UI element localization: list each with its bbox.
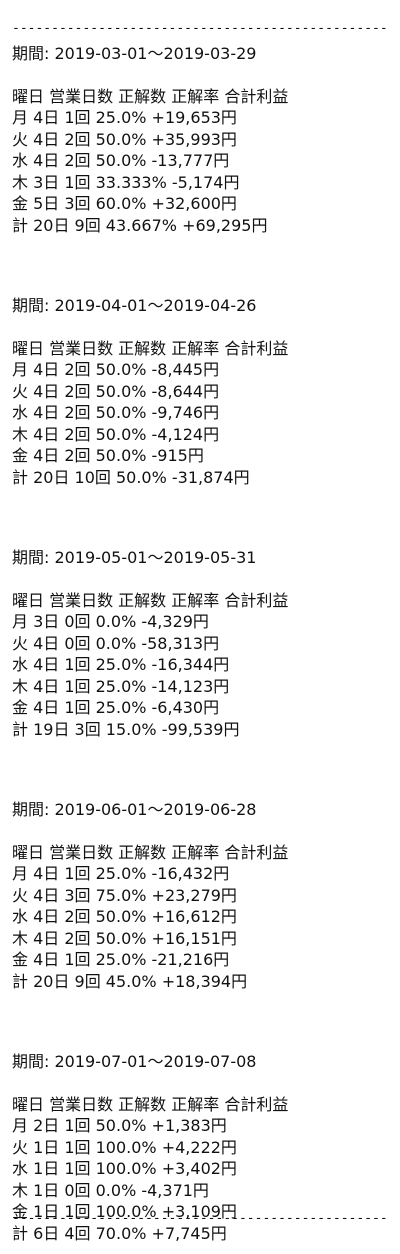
- table-row: 木 4日 2回 50.0% -4,124円: [12, 424, 220, 444]
- table-row: 火 1日 1回 100.0% +4,222円: [12, 1137, 237, 1157]
- table-row: 水 4日 2回 50.0% -9,746円: [12, 403, 220, 422]
- table-row: 水 1日 1回 100.0% +3,402円: [12, 1159, 237, 1178]
- table-header: 曜日 営業日数 正解数 正解率 合計利益: [12, 338, 289, 358]
- table-row: 金 4日 1回 25.0% -21,216円: [12, 950, 230, 969]
- table-row: 月 4日 1回 25.0% -16,432円: [12, 864, 230, 883]
- results-document: ----------------------------------------…: [12, 22, 392, 1244]
- table-header: 曜日 営業日数 正解数 正解率 合計利益: [12, 86, 289, 106]
- table-row: 木 4日 1回 25.0% -14,123円: [12, 676, 230, 696]
- table-row: 木 1日 0回 0.0% -4,371円: [12, 1180, 209, 1200]
- table-row: 月 4日 2回 50.0% -8,445円: [12, 360, 220, 379]
- table-header: 曜日 営業日数 正解数 正解率 合計利益: [12, 590, 289, 610]
- total-row: 計 20日 9回 45.0% +18,394円: [12, 971, 248, 991]
- period-block-may: 期間: 2019-05-01～2019-05-31 曜日 営業日数 正解数 正解…: [12, 547, 392, 740]
- table-header: 曜日 営業日数 正解数 正解率 合計利益: [12, 842, 289, 862]
- table-row: 水 4日 1回 25.0% -16,344円: [12, 655, 230, 674]
- table-row: 火 4日 2回 50.0% -8,644円: [12, 381, 220, 401]
- total-row: 計 20日 9回 43.667% +69,295円: [12, 215, 268, 235]
- period-title: 期間: 2019-05-01～2019-05-31: [12, 548, 257, 567]
- total-row: 計 20日 10回 50.0% -31,874円: [12, 467, 250, 487]
- period-title: 期間: 2019-07-01～2019-07-08: [12, 1052, 257, 1071]
- period-block-march: 期間: 2019-03-01～2019-03-29 曜日 営業日数 正解数 正解…: [12, 43, 392, 236]
- period-title: 期間: 2019-06-01～2019-06-28: [12, 800, 257, 819]
- top-divider: ----------------------------------------…: [12, 22, 388, 36]
- period-title: 期間: 2019-04-01～2019-04-26: [12, 296, 257, 315]
- table-row: 火 4日 0回 0.0% -58,313円: [12, 633, 220, 653]
- bottom-divider: ----------------------------------------…: [12, 1212, 388, 1226]
- table-row: 水 4日 2回 50.0% +16,612円: [12, 907, 237, 926]
- table-row: 月 3日 0回 0.0% -4,329円: [12, 612, 209, 631]
- table-row: 火 4日 3回 75.0% +23,279円: [12, 885, 237, 905]
- table-row: 金 4日 2回 50.0% -915円: [12, 446, 204, 465]
- table-row: 水 4日 2回 50.0% -13,777円: [12, 151, 230, 170]
- table-row: 木 4日 2回 50.0% +16,151円: [12, 928, 237, 948]
- total-row: 計 19日 3回 15.0% -99,539円: [12, 719, 240, 739]
- period-block-june: 期間: 2019-06-01～2019-06-28 曜日 営業日数 正解数 正解…: [12, 799, 392, 992]
- table-row: 木 3日 1回 33.333% -5,174円: [12, 172, 240, 192]
- period-title: 期間: 2019-03-01～2019-03-29: [12, 44, 257, 63]
- table-row: 火 4日 2回 50.0% +35,993円: [12, 129, 237, 149]
- period-block-april: 期間: 2019-04-01～2019-04-26 曜日 営業日数 正解数 正解…: [12, 295, 392, 488]
- table-row: 月 2日 1回 50.0% +1,383円: [12, 1116, 227, 1135]
- table-row: 金 4日 1回 25.0% -6,430円: [12, 698, 220, 717]
- table-row: 月 4日 1回 25.0% +19,653円: [12, 108, 237, 127]
- table-row: 金 5日 3回 60.0% +32,600円: [12, 194, 237, 213]
- table-header: 曜日 営業日数 正解数 正解率 合計利益: [12, 1094, 289, 1114]
